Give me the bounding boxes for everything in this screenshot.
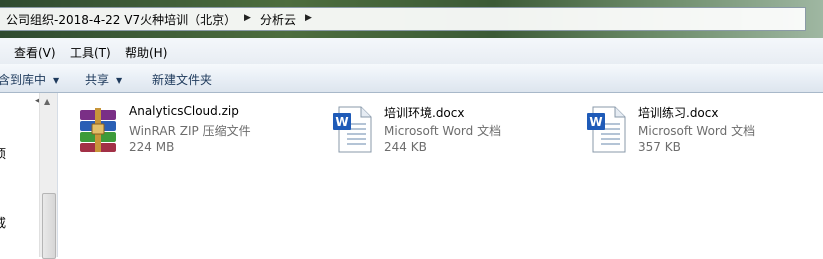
address-field[interactable]: 公司组织-2018-4-22 V7火种培训（北京） ▶ 分析云 ▶ xyxy=(0,7,806,31)
new-folder-button[interactable]: 新建文件夹 xyxy=(152,71,212,88)
menu-help[interactable]: 帮助(H) xyxy=(125,44,167,61)
file-item[interactable]: W 培训练习.docx Microsoft Word 文档 357 KB xyxy=(587,104,823,158)
breadcrumb-separator-icon[interactable]: ▶ xyxy=(244,13,251,23)
scroll-thumb[interactable] xyxy=(42,193,56,259)
file-item[interactable]: W 培训环境.docx Microsoft Word 文档 244 KB xyxy=(333,104,573,158)
chevron-down-icon: ▼ xyxy=(116,76,123,85)
include-in-library-button[interactable]: 含到库中 ▼ xyxy=(0,71,59,88)
breadcrumb-folder[interactable]: 公司组织-2018-4-22 V7火种培训（北京） xyxy=(6,11,236,28)
scroll-up-icon[interactable]: ▲ xyxy=(44,97,50,106)
word-document-icon: W xyxy=(587,106,626,153)
file-name: AnalyticsCloud.zip xyxy=(129,104,239,118)
file-name: 培训环境.docx xyxy=(384,106,465,120)
file-type: WinRAR ZIP 压缩文件 xyxy=(129,124,251,138)
menu-bar: 查看(V) 工具(T) 帮助(H) xyxy=(0,38,823,65)
nav-scrollbar[interactable]: ▲ xyxy=(39,93,57,259)
winrar-archive-icon xyxy=(80,108,116,152)
share-button[interactable]: 共享 ▼ xyxy=(85,71,122,88)
menu-tools[interactable]: 工具(T) xyxy=(70,44,111,61)
share-label: 共享 xyxy=(85,73,110,87)
menu-view[interactable]: 查看(V) xyxy=(14,44,56,61)
file-item[interactable]: AnalyticsCloud.zip WinRAR ZIP 压缩文件 224 M… xyxy=(78,104,318,158)
command-bar: 含到库中 ▼ 共享 ▼ 新建文件夹 xyxy=(0,64,823,93)
address-bar-area: 公司组织-2018-4-22 V7火种培训（北京） ▶ 分析云 ▶ xyxy=(0,0,823,38)
file-size: 357 KB xyxy=(638,140,681,154)
file-name: 培训练习.docx xyxy=(638,106,719,120)
breadcrumb-dropdown-icon[interactable]: ▶ xyxy=(305,13,312,23)
file-size: 244 KB xyxy=(384,140,427,154)
breadcrumb-current[interactable]: 分析云 xyxy=(260,11,296,28)
chevron-down-icon: ▼ xyxy=(53,76,60,85)
nav-item[interactable]: 戒 xyxy=(0,214,6,231)
svg-text:W: W xyxy=(589,115,602,129)
file-size: 224 MB xyxy=(129,140,175,154)
word-document-icon: W xyxy=(333,106,372,153)
file-type: Microsoft Word 文档 xyxy=(384,124,502,138)
file-type: Microsoft Word 文档 xyxy=(638,124,756,138)
include-in-library-label: 含到库中 xyxy=(0,73,47,87)
svg-text:W: W xyxy=(335,115,348,129)
nav-item[interactable]: 项 xyxy=(0,145,6,162)
